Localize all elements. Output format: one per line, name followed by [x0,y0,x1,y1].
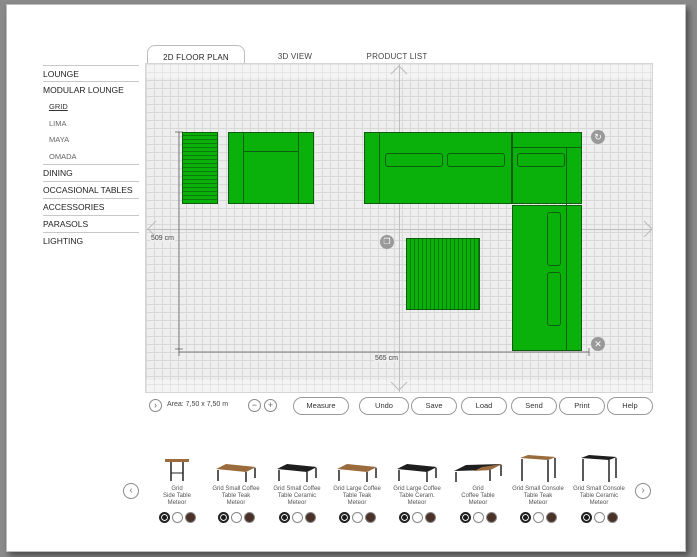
color-swatch[interactable] [580,512,592,523]
plan-toolbar: › Area: 7,50 x 7,50 m − + Measure Undo S… [145,397,665,417]
product-name: Grid Small Coffee Table Ceramic Meteor [273,486,321,506]
measure-button[interactable]: Measure [293,397,349,415]
color-swatches [387,512,447,523]
area-label: Area: 7,50 x 7,50 m [167,401,229,408]
product-thumbnail[interactable] [387,453,447,483]
area-toggle-icon[interactable]: › [149,399,162,412]
color-swatch[interactable] [398,512,410,523]
product-thumbnail[interactable] [569,453,629,483]
color-swatch[interactable] [606,512,618,523]
color-swatch[interactable] [424,512,436,523]
product-thumbnail[interactable] [206,453,266,483]
print-button[interactable]: Print [559,397,605,415]
color-swatch[interactable] [304,512,316,523]
zoom-out-icon[interactable]: − [248,399,261,412]
save-button[interactable]: Save [411,397,457,415]
color-swatch[interactable] [411,512,423,523]
products-prev-icon[interactable]: ‹ [123,483,139,499]
width-dimension-label: 565 cm [374,355,399,362]
product-thumbnail[interactable] [147,453,207,483]
sidebar-item-parasols[interactable]: PARASOLS [43,216,139,233]
height-dimension-label: 509 cm [150,235,175,242]
product-name: Grid Large Coffee Table Ceram. Meteor [393,486,441,506]
product-thumbnail[interactable] [327,453,387,483]
sidebar-subitem-grid[interactable]: GRID [43,99,139,116]
color-swatch[interactable] [472,512,484,523]
duplicate-icon[interactable]: ❐ [380,235,394,249]
color-swatch[interactable] [593,512,605,523]
color-swatches [206,512,266,523]
color-swatch[interactable] [519,512,531,523]
sidebar-item-modular-lounge[interactable]: MODULAR LOUNGE [43,82,139,99]
app-frame: 2D FLOOR PLAN 3D VIEW PRODUCT LIST LOUNG… [6,4,686,552]
color-swatch[interactable] [230,512,242,523]
product-card[interactable]: Grid Small Coffee Table Ceramic Meteor [267,453,327,523]
side-table-piece[interactable] [182,132,218,204]
product-thumbnail[interactable] [508,453,568,483]
scroll-down-icon [390,381,408,391]
delete-icon[interactable]: ✕ [591,337,605,351]
sidebar-subitem-maya[interactable]: MAYA [43,132,139,149]
color-swatches [569,512,629,523]
color-swatch[interactable] [485,512,497,523]
floor-plan-canvas[interactable]: 509 cm 565 cm ↻ ✕ ❐ [145,63,653,393]
products-next-icon[interactable]: › [635,483,651,499]
color-swatches [267,512,327,523]
product-thumbnail[interactable] [267,453,327,483]
chaise-piece[interactable] [512,205,582,351]
color-swatches [147,512,207,523]
scroll-up-icon [390,65,408,75]
color-swatches [327,512,387,523]
color-swatch[interactable] [351,512,363,523]
product-card[interactable]: Grid Small Coffee Table Teak Meteor [206,453,266,523]
color-swatch[interactable] [158,512,170,523]
product-card[interactable]: Grid Large Coffee Table Teak Meteor [327,453,387,523]
color-swatch[interactable] [459,512,471,523]
corner-module-piece[interactable] [512,132,582,205]
color-swatch[interactable] [364,512,376,523]
scroll-right-icon [643,220,652,238]
color-swatch[interactable] [217,512,229,523]
product-name: Grid Coffee Table Meteor [461,486,495,506]
send-button[interactable]: Send [511,397,557,415]
product-name: Grid Small Console Table Ceramic Meteor [573,486,625,506]
category-sidebar: LOUNGE MODULAR LOUNGE GRID LIMA MAYA OMA… [43,65,139,250]
color-swatch[interactable] [545,512,557,523]
color-swatch[interactable] [184,512,196,523]
sidebar-item-dining[interactable]: DINING [43,165,139,182]
product-card[interactable]: Grid Large Coffee Table Ceram. Meteor [387,453,447,523]
color-swatch[interactable] [243,512,255,523]
coffee-table-piece[interactable] [406,238,480,310]
lounge-chair-piece[interactable] [228,132,314,204]
undo-button[interactable]: Undo [359,397,409,415]
sidebar-item-accessories[interactable]: ACCESSORIES [43,199,139,216]
product-card[interactable]: Grid Small Console Table Ceramic Meteor [569,453,629,523]
rotate-icon[interactable]: ↻ [591,130,605,144]
load-button[interactable]: Load [461,397,507,415]
product-name: Grid Large Coffee Table Teak Meteor [333,486,381,506]
help-button[interactable]: Help [607,397,653,415]
color-swatches [448,512,508,523]
sidebar-item-occasional-tables[interactable]: OCCASIONAL TABLES [43,182,139,199]
sidebar-item-lounge[interactable]: LOUNGE [43,65,139,82]
product-thumbnail[interactable] [448,453,508,483]
sidebar-item-lighting[interactable]: LIGHTING [43,233,139,250]
sidebar-subitem-omada[interactable]: OMADA [43,149,139,165]
sofa-piece[interactable] [364,132,512,204]
product-name: Grid Small Coffee Table Teak Meteor [212,486,260,506]
color-swatch[interactable] [532,512,544,523]
color-swatch[interactable] [291,512,303,523]
product-name: Grid Small Console Table Teak Meteor [512,486,564,506]
product-card[interactable]: Grid Coffee Table Meteor [448,453,508,523]
zoom-in-icon[interactable]: + [264,399,277,412]
color-swatch[interactable] [171,512,183,523]
product-card[interactable]: Grid Side Table Meteor [147,453,207,523]
color-swatches [508,512,568,523]
product-card[interactable]: Grid Small Console Table Teak Meteor [508,453,568,523]
sidebar-subitem-lima[interactable]: LIMA [43,116,139,133]
color-swatch[interactable] [278,512,290,523]
color-swatch[interactable] [338,512,350,523]
product-name: Grid Side Table Meteor [163,486,191,506]
